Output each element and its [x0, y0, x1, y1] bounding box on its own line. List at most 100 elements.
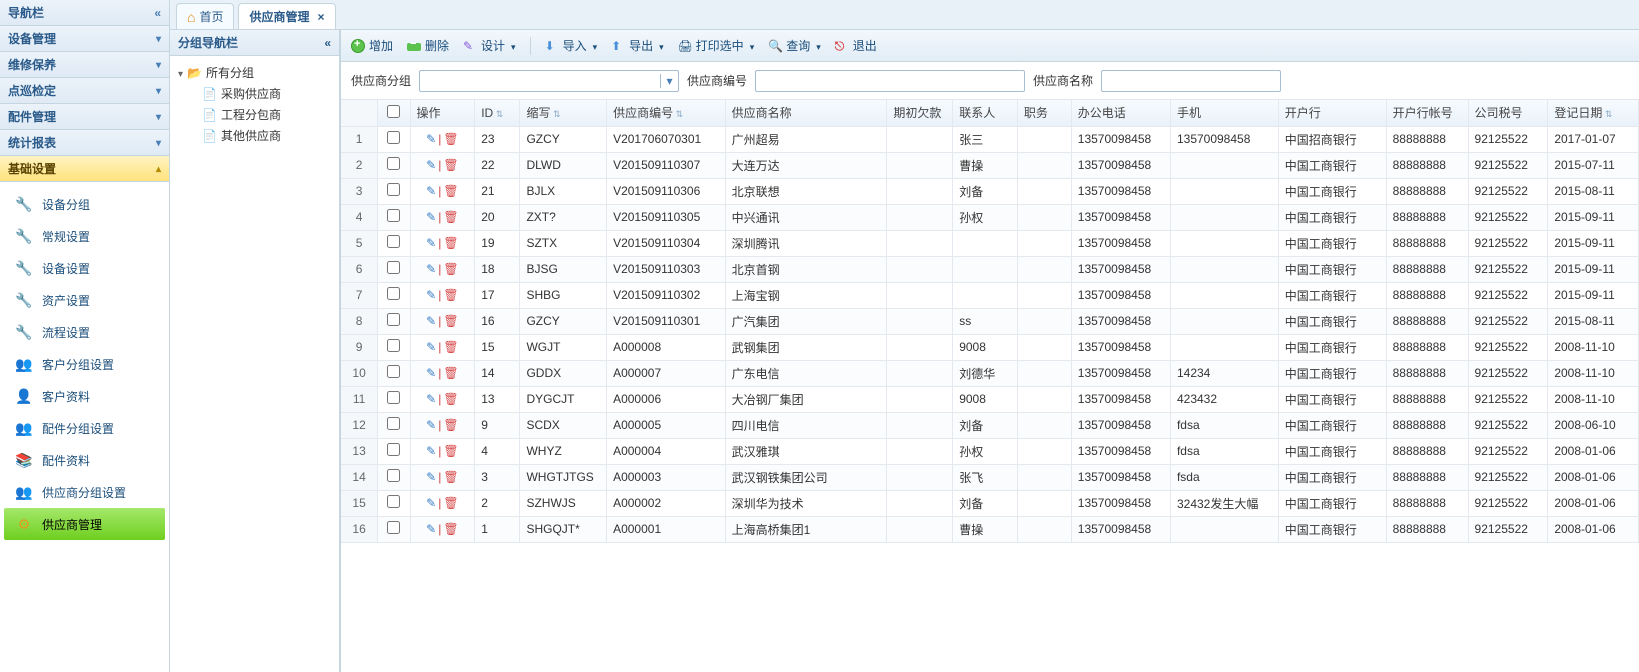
- edit-icon[interactable]: [426, 418, 436, 432]
- row-checkbox[interactable]: [387, 261, 400, 274]
- edit-icon[interactable]: [426, 132, 436, 146]
- row-checkbox-cell[interactable]: [378, 490, 410, 516]
- delete-icon[interactable]: [443, 158, 458, 172]
- table-row[interactable]: 7|17SHBGV201509110302上海宝钢13570098458中国工商…: [341, 282, 1639, 308]
- table-row[interactable]: 5|19SZTXV201509110304深圳腾讯13570098458中国工商…: [341, 230, 1639, 256]
- nav-group-3[interactable]: 配件管理: [0, 104, 169, 130]
- sidebar-item-8[interactable]: 配件资料: [0, 444, 169, 476]
- toolbar-export[interactable]: 导出: [611, 37, 664, 54]
- delete-icon[interactable]: [443, 288, 458, 302]
- row-checkbox[interactable]: [387, 443, 400, 456]
- row-checkbox-cell[interactable]: [378, 360, 410, 386]
- edit-icon[interactable]: [426, 184, 436, 198]
- tab-0[interactable]: 首页: [176, 3, 234, 29]
- delete-icon[interactable]: [443, 184, 458, 198]
- toolbar-exit[interactable]: 退出: [835, 37, 877, 54]
- edit-icon[interactable]: [426, 444, 436, 458]
- nav-group-4[interactable]: 统计报表: [0, 130, 169, 156]
- table-row[interactable]: 2|22DLWDV201509110307大连万达曹操13570098458中国…: [341, 152, 1639, 178]
- sidebar-item-5[interactable]: 客户分组设置: [0, 348, 169, 380]
- tree-node-0[interactable]: 采购供应商: [198, 83, 335, 104]
- toolbar-add[interactable]: 增加: [351, 37, 393, 54]
- row-checkbox[interactable]: [387, 495, 400, 508]
- row-checkbox[interactable]: [387, 157, 400, 170]
- nav-group-2[interactable]: 点巡检定: [0, 78, 169, 104]
- sidebar-item-3[interactable]: 资产设置: [0, 284, 169, 316]
- edit-icon[interactable]: [426, 236, 436, 250]
- table-row[interactable]: 3|21BJLXV201509110306北京联想刘备13570098458中国…: [341, 178, 1639, 204]
- edit-icon[interactable]: [426, 522, 436, 536]
- chevron-down-icon[interactable]: [591, 39, 598, 53]
- table-row[interactable]: 4|20ZXT?V201509110305中兴通讯孙权13570098458中国…: [341, 204, 1639, 230]
- delete-icon[interactable]: [443, 314, 458, 328]
- edit-icon[interactable]: [426, 210, 436, 224]
- row-checkbox[interactable]: [387, 417, 400, 430]
- row-checkbox[interactable]: [387, 235, 400, 248]
- row-checkbox-cell[interactable]: [378, 412, 410, 438]
- table-row[interactable]: 16|1SHGQJT*A000001上海高桥集团1曹操13570098458中国…: [341, 516, 1639, 542]
- col-abbr[interactable]: 缩写: [520, 100, 607, 126]
- col-tel[interactable]: 办公电话: [1071, 100, 1170, 126]
- toolbar-import[interactable]: 导入: [545, 37, 598, 54]
- toolbar-print[interactable]: 打印选中: [678, 37, 755, 54]
- table-row[interactable]: 6|18BJSGV201509110303北京首钢13570098458中国工商…: [341, 256, 1639, 282]
- sidebar-item-7[interactable]: 配件分组设置: [0, 412, 169, 444]
- delete-icon[interactable]: [443, 210, 458, 224]
- chevron-down-icon[interactable]: [657, 39, 664, 53]
- delete-icon[interactable]: [443, 340, 458, 354]
- filter-group-combo[interactable]: ▾: [419, 70, 679, 92]
- sidebar-item-6[interactable]: 客户资料: [0, 380, 169, 412]
- col-name[interactable]: 供应商名称: [725, 100, 887, 126]
- col-contact[interactable]: 联系人: [953, 100, 1018, 126]
- row-checkbox-cell[interactable]: [378, 282, 410, 308]
- row-checkbox-cell[interactable]: [378, 204, 410, 230]
- col-bank[interactable]: 开户行: [1278, 100, 1386, 126]
- row-checkbox[interactable]: [387, 521, 400, 534]
- delete-icon[interactable]: [443, 392, 458, 406]
- nav-group-1[interactable]: 维修保养: [0, 52, 169, 78]
- expand-icon[interactable]: [178, 66, 183, 80]
- row-checkbox-cell[interactable]: [378, 308, 410, 334]
- filter-group-input[interactable]: [420, 74, 660, 88]
- row-checkbox-cell[interactable]: [378, 334, 410, 360]
- edit-icon[interactable]: [426, 496, 436, 510]
- delete-icon[interactable]: [443, 262, 458, 276]
- delete-icon[interactable]: [443, 366, 458, 380]
- edit-icon[interactable]: [426, 314, 436, 328]
- tree-node-2[interactable]: 其他供应商: [198, 125, 335, 146]
- col-tax[interactable]: 公司税号: [1468, 100, 1548, 126]
- sidebar-item-10[interactable]: 供应商管理: [4, 508, 165, 540]
- chevron-down-icon[interactable]: [748, 39, 755, 53]
- row-checkbox[interactable]: [387, 339, 400, 352]
- table-row[interactable]: 15|2SZHWJSA000002深圳华为技术刘备135700984583243…: [341, 490, 1639, 516]
- tab-1[interactable]: 供应商管理×: [238, 3, 335, 29]
- col-code[interactable]: 供应商编号: [607, 100, 726, 126]
- col-ops[interactable]: 操作: [410, 100, 475, 126]
- row-checkbox[interactable]: [387, 469, 400, 482]
- row-checkbox[interactable]: [387, 131, 400, 144]
- tree-node-1[interactable]: 工程分包商: [198, 104, 335, 125]
- edit-icon[interactable]: [426, 340, 436, 354]
- table-row[interactable]: 9|15WGJTA000008武钢集团900813570098458中国工商银行…: [341, 334, 1639, 360]
- col-date[interactable]: 登记日期: [1548, 100, 1639, 126]
- row-checkbox[interactable]: [387, 287, 400, 300]
- col-id[interactable]: ID: [475, 100, 520, 126]
- table-row[interactable]: 13|4WHYZA000004武汉雅琪孙权13570098458fdsa中国工商…: [341, 438, 1639, 464]
- sidebar-item-0[interactable]: 设备分组: [0, 188, 169, 220]
- nav-group-0[interactable]: 设备管理: [0, 26, 169, 52]
- close-icon[interactable]: ×: [318, 10, 325, 24]
- row-checkbox[interactable]: [387, 313, 400, 326]
- col-job[interactable]: 职务: [1017, 100, 1071, 126]
- row-checkbox[interactable]: [387, 391, 400, 404]
- table-row[interactable]: 10|14GDDXA000007广东电信刘德华1357009845814234中…: [341, 360, 1639, 386]
- edit-icon[interactable]: [426, 366, 436, 380]
- tree-header[interactable]: 分组导航栏 «: [170, 30, 339, 56]
- delete-icon[interactable]: [443, 132, 458, 146]
- row-checkbox[interactable]: [387, 209, 400, 222]
- row-checkbox[interactable]: [387, 365, 400, 378]
- row-checkbox-cell[interactable]: [378, 230, 410, 256]
- edit-icon[interactable]: [426, 288, 436, 302]
- row-checkbox-cell[interactable]: [378, 152, 410, 178]
- row-checkbox-cell[interactable]: [378, 126, 410, 152]
- row-checkbox-cell[interactable]: [378, 256, 410, 282]
